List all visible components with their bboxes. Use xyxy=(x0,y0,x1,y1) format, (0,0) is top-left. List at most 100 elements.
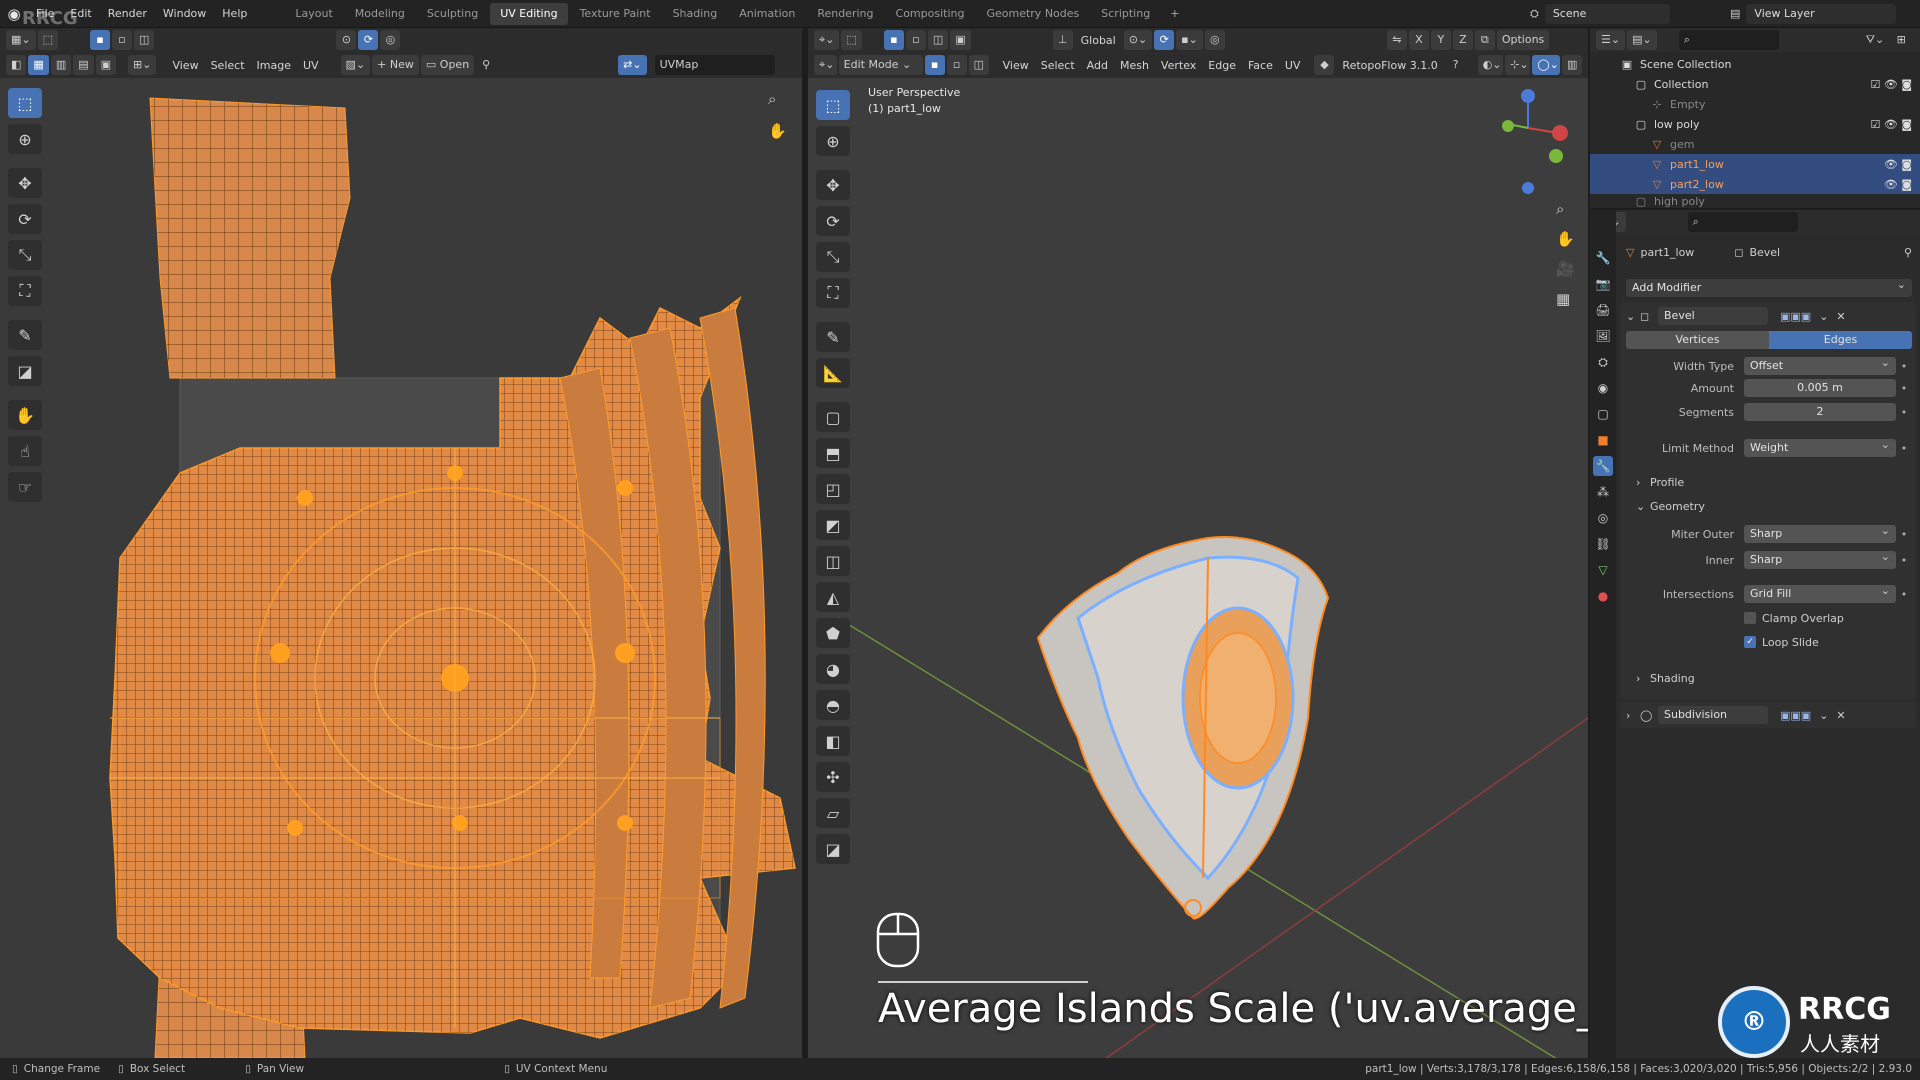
uvmap-field[interactable]: UVMap xyxy=(654,55,775,75)
image-browse-icon[interactable]: ▨⌄ xyxy=(340,55,371,75)
edge-select-icon[interactable]: ▫ xyxy=(112,30,133,50)
scene-field[interactable]: Scene xyxy=(1544,3,1670,24)
move-icon[interactable]: ✥ xyxy=(8,168,42,198)
uv-menu-image[interactable]: Image xyxy=(251,59,297,72)
vertex-mode-icon[interactable]: ▪ xyxy=(924,55,945,75)
viewport-menu-uv[interactable]: UV xyxy=(1279,59,1307,72)
workspace-tab-modeling[interactable]: Modeling xyxy=(345,3,415,25)
viewport-menu-edge[interactable]: Edge xyxy=(1202,59,1242,72)
knife-icon[interactable]: ◭ xyxy=(816,582,850,612)
subdivision-name-field[interactable]: Subdivision xyxy=(1658,706,1768,724)
clamp-overlap-checkbox[interactable] xyxy=(1744,612,1756,624)
subdivision-dropdown-icon[interactable]: ⌄ xyxy=(1819,709,1828,722)
spin-icon[interactable]: ◕ xyxy=(816,654,850,684)
edge-slide-icon[interactable]: ◧ xyxy=(816,726,850,756)
outliner-row-scene-collection[interactable]: ▣ Scene Collection xyxy=(1590,54,1920,74)
zoom-icon[interactable]: ⌕ xyxy=(768,90,776,108)
navigation-gizmo[interactable] xyxy=(1502,89,1568,194)
filter-icon[interactable]: ⛛⌄ xyxy=(1861,30,1889,50)
workspace-tab-layout[interactable]: Layout xyxy=(285,3,342,25)
outliner-row-low-poly[interactable]: ▢ low poly ☑ 👁 ◙ xyxy=(1590,114,1920,134)
amount-keyframe-icon[interactable]: • xyxy=(1896,382,1912,395)
workspace-tab-uv-editing[interactable]: UV Editing xyxy=(490,2,568,25)
retopoflow-icon[interactable]: ◆ xyxy=(1314,55,1335,75)
display-mode-icon[interactable]: ▤⌄ xyxy=(1627,30,1657,50)
add-modifier-dropdown[interactable]: Add Modifier xyxy=(1626,276,1912,297)
uv-canvas[interactable] xyxy=(0,78,802,1058)
add-cube-icon[interactable]: ▢ xyxy=(816,402,850,432)
outliner-row-collection[interactable]: ▢ Collection ☑ 👁 ◙ xyxy=(1590,74,1920,94)
xray-icon[interactable]: ▥ xyxy=(1562,55,1582,75)
vp-face-mode-icon[interactable]: ◫ xyxy=(927,30,949,50)
mirror-icon[interactable]: ⇋ xyxy=(1386,30,1407,50)
loop-cut-icon[interactable]: ◫ xyxy=(816,546,850,576)
vertex-select-icon[interactable]: ▪ xyxy=(90,30,111,50)
intersections-dropdown[interactable]: Grid Fill xyxy=(1744,582,1896,603)
grab-icon[interactable]: ✋ xyxy=(8,400,42,430)
loop-slide-checkbox[interactable]: ✓ xyxy=(1744,636,1756,648)
auto-merge-icon[interactable]: ⧉ xyxy=(1474,30,1495,50)
menu-render[interactable]: Render xyxy=(100,0,155,28)
uv-sync-icon[interactable]: ⇄⌄ xyxy=(618,55,647,75)
material-tab-icon[interactable]: ● xyxy=(1593,586,1613,606)
subdivision-visibility-toggles[interactable]: ▣▣▣ xyxy=(1780,709,1811,722)
uv-face-mode-icon[interactable]: ▤ xyxy=(73,55,94,75)
menu-help[interactable]: Help xyxy=(214,0,255,28)
modifier-tab-icon[interactable]: 🔧 xyxy=(1593,456,1613,476)
view-layer-field[interactable]: View Layer xyxy=(1746,3,1897,24)
part1-visibility-icon[interactable]: 👁 ◙ xyxy=(1884,158,1912,171)
rip-icon[interactable]: ◪ xyxy=(8,356,42,386)
vp-scale-icon[interactable]: ⤡ xyxy=(816,242,850,272)
outliner-type-icon[interactable]: ☰⌄ xyxy=(1596,30,1626,50)
bevel-remove-icon[interactable]: ✕ xyxy=(1836,310,1845,323)
viewport-type-icon[interactable]: ⌖⌄ xyxy=(814,55,837,75)
miter-outer-keyframe-icon[interactable]: • xyxy=(1896,528,1912,541)
workspace-tab-shading[interactable]: Shading xyxy=(663,3,728,25)
render-tab-icon[interactable]: 📷 xyxy=(1593,274,1613,294)
vp-proportional-icon[interactable]: ◎ xyxy=(1204,30,1225,50)
bevel-name-field[interactable]: Bevel xyxy=(1658,307,1768,325)
rip-region-icon[interactable]: ◪ xyxy=(816,834,850,864)
sticky-select-icon[interactable]: ⊞⌄ xyxy=(128,55,157,75)
vp-select-box-icon[interactable]: ⬚ xyxy=(816,90,850,120)
uv-island-mode-icon[interactable]: ▣ xyxy=(95,55,117,75)
viewport-menu-add[interactable]: Add xyxy=(1081,59,1114,72)
particles-tab-icon[interactable]: ⁂ xyxy=(1593,482,1613,502)
editor-type-button[interactable]: ▦⌄ xyxy=(6,30,36,50)
vp-cursor-icon[interactable]: ⊕ xyxy=(816,126,850,156)
profile-expand-icon[interactable]: › xyxy=(1626,476,1640,489)
subdivision-remove-icon[interactable]: ✕ xyxy=(1836,709,1845,722)
miter-outer-dropdown[interactable]: Sharp xyxy=(1744,522,1896,543)
new-image-button[interactable]: + New xyxy=(372,55,419,75)
scene-tab-icon[interactable]: ⛭ xyxy=(1593,352,1613,372)
geometry-collapse-icon[interactable]: ⌄ xyxy=(1626,500,1645,513)
vp-move-icon[interactable]: ✥ xyxy=(816,170,850,200)
workspace-tab-rendering[interactable]: Rendering xyxy=(807,3,883,25)
snap-target-icon[interactable]: ▪⌄ xyxy=(1176,30,1203,50)
vp-zoom-icon[interactable]: ⌕ xyxy=(1556,200,1564,218)
new-collection-icon[interactable]: ⊞ xyxy=(1891,30,1911,50)
inner-dropdown[interactable]: Sharp xyxy=(1744,548,1896,569)
workspace-tab-compositing[interactable]: Compositing xyxy=(886,3,975,25)
scene-icon[interactable]: ⛭ xyxy=(1530,7,1539,21)
pin-properties-icon[interactable]: ⚲ xyxy=(1904,246,1912,259)
axis-z-button[interactable]: Z xyxy=(1452,30,1473,50)
width-type-dropdown[interactable]: Offset xyxy=(1744,354,1896,375)
face-mode-icon[interactable]: ◫ xyxy=(968,55,989,75)
workspace-tab-scripting[interactable]: Scripting xyxy=(1091,3,1160,25)
properties-search-icon[interactable]: ⌕ xyxy=(1687,212,1798,232)
object-tab-icon[interactable]: ■ xyxy=(1593,430,1613,450)
part2-visibility-icon[interactable]: 👁 ◙ xyxy=(1884,178,1912,191)
bevel-collapse-icon[interactable]: ⌄ xyxy=(1626,310,1640,323)
scale-icon[interactable]: ⤡ xyxy=(8,240,42,270)
viewport-menu-vertex[interactable]: Vertex xyxy=(1155,59,1202,72)
affect-vertices-button[interactable]: Vertices xyxy=(1626,331,1769,349)
visibility-icon[interactable]: ◐⌄ xyxy=(1477,55,1504,75)
menu-window[interactable]: Window xyxy=(155,0,214,28)
pinch-icon[interactable]: ☞ xyxy=(8,472,42,502)
help-icon[interactable]: ? xyxy=(1446,55,1466,75)
pivot-point-icon[interactable]: ⊙⌄ xyxy=(1123,30,1153,50)
measure-icon[interactable]: 📐 xyxy=(816,358,850,388)
intersections-keyframe-icon[interactable]: • xyxy=(1896,588,1912,601)
inset-icon[interactable]: ◰ xyxy=(816,474,850,504)
